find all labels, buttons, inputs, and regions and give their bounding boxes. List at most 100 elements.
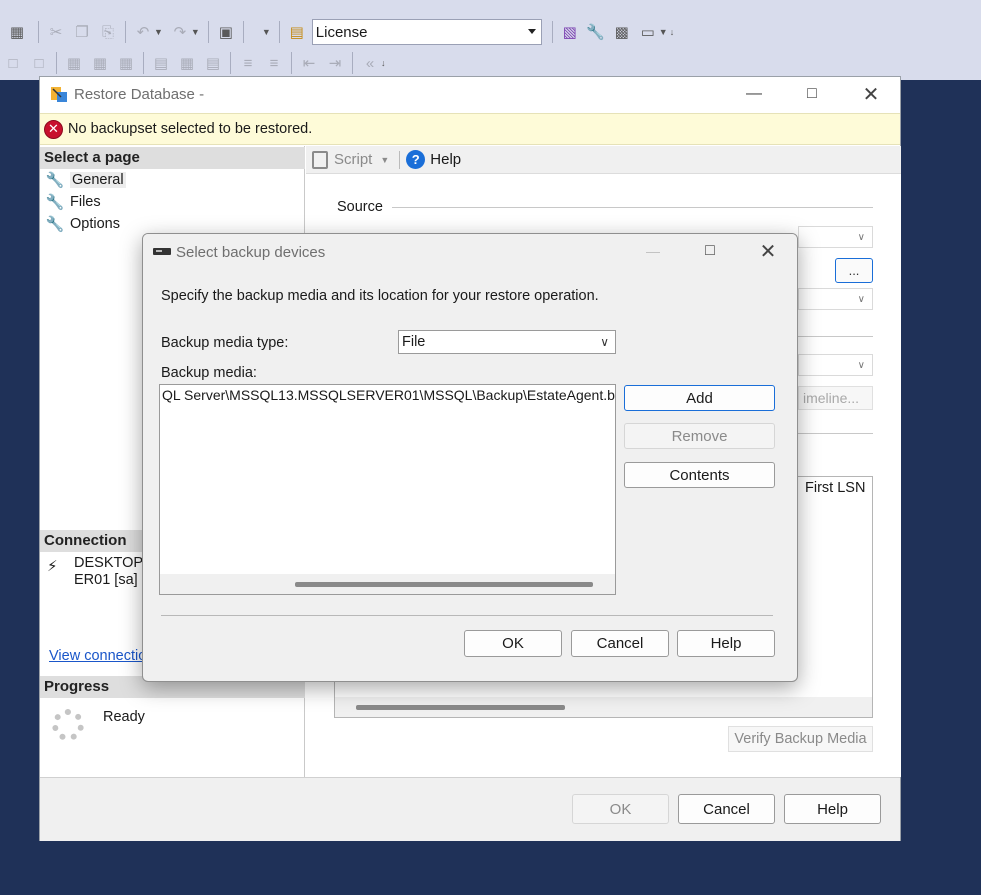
toolbar-separator — [125, 21, 126, 43]
dialog-cancel-button[interactable]: Cancel — [571, 630, 669, 657]
include-plan-icon[interactable]: ▤ — [150, 52, 172, 74]
backup-media-type-select[interactable]: File ∨ — [398, 330, 616, 354]
restore-cancel-button[interactable]: Cancel — [678, 794, 775, 824]
script-button[interactable]: Script ▼ — [312, 150, 389, 169]
timeline-button[interactable]: imeline... — [798, 386, 873, 410]
backup-media-label: Backup media: — [161, 365, 257, 381]
scrollbar-thumb[interactable] — [356, 705, 565, 710]
restore-database-icon — [51, 87, 67, 102]
dialog-close-button[interactable]: ✕ — [739, 234, 797, 268]
increase-indent-icon[interactable]: ⇥ — [324, 52, 346, 74]
page-item-files[interactable]: 🔧 Files — [46, 192, 101, 212]
toolbar-separator — [207, 21, 209, 43]
dax-query-icon[interactable]: ▦ — [2, 21, 32, 43]
chevron-down-icon — [527, 29, 536, 34]
verify-backup-media-button[interactable]: Verify Backup Media — [728, 726, 873, 752]
page-item-options[interactable]: 🔧 Options — [46, 214, 120, 234]
query-options-icon[interactable]: ▦ — [89, 52, 111, 74]
view-connection-link[interactable]: View connection — [49, 648, 145, 664]
chevron-down-icon: ∨ — [857, 360, 865, 371]
contents-button[interactable]: Contents — [624, 462, 775, 488]
select-page-header: Select a page — [40, 147, 305, 169]
restore-plan-divider — [798, 433, 873, 434]
chevron-down-icon: ∨ — [600, 335, 609, 349]
script-label: Script — [334, 151, 373, 168]
maximize-button[interactable]: □ — [783, 77, 841, 111]
toolbar-overflow-icon[interactable]: ↓ — [381, 58, 386, 68]
restore-ok-button[interactable]: OK — [572, 794, 669, 824]
parse-icon[interactable]: □ — [28, 52, 50, 74]
grid-column-header: First LSN — [805, 480, 866, 496]
select-backup-devices-dialog: Select backup devices — □ ✕ Specify the … — [142, 233, 798, 682]
results-grid-icon[interactable]: ▦ — [176, 52, 198, 74]
cut-icon[interactable]: ✂ — [45, 21, 67, 43]
database-combo[interactable]: ∨ — [798, 226, 873, 248]
close-button[interactable]: ✕ — [842, 77, 900, 111]
results-file-icon[interactable]: ▤ — [202, 52, 224, 74]
backup-media-list[interactable]: QL Server\MSSQL13.MSSQLSERVER01\MSSQL\Ba… — [159, 384, 616, 595]
scrollbar-thumb[interactable] — [295, 582, 593, 587]
destination-database-combo[interactable]: ∨ — [798, 354, 873, 376]
wrench-icon: 🔧 — [45, 216, 65, 233]
page-item-label: Files — [70, 194, 101, 210]
help-button[interactable]: ? Help — [406, 150, 461, 169]
specify-values-icon[interactable]: « — [359, 52, 381, 74]
ssms-toolbars: ▦ ✂ ❐ ⎘ ↶ ▼ ↷ ▼ ▣ ▼ ▤ License ▧ 🔧 ▩ ▭ ▼ … — [0, 0, 981, 80]
page-item-label: Options — [70, 216, 120, 232]
list-item[interactable]: QL Server\MSSQL13.MSSQLSERVER01\MSSQL\Ba… — [162, 387, 615, 403]
search-combo[interactable]: License — [311, 19, 542, 45]
wrench-icon: 🔧 — [45, 194, 65, 211]
toolbar-separator — [230, 52, 231, 74]
dialog-help-button[interactable]: Help — [677, 630, 775, 657]
toolbar-row-query: □ □ ▦ ▦ ▦ ▤ ▦ ▤ ≡ ≡ ⇤ ⇥ « ↓ — [0, 48, 410, 78]
activity-monitor-icon[interactable]: ▣ — [215, 21, 237, 43]
media-horizontal-scrollbar[interactable] — [160, 574, 615, 594]
destination-divider — [798, 336, 873, 337]
toolbar-separator — [242, 21, 244, 43]
dialog-minimize-button: — — [646, 243, 660, 259]
chevron-down-icon: ∨ — [857, 232, 865, 243]
toolbar-overflow-icon[interactable]: ↓ — [670, 27, 675, 37]
help-icon: ? — [406, 150, 426, 169]
terminal-icon[interactable]: ▭ — [637, 21, 659, 43]
error-icon: ✕ — [44, 119, 63, 139]
toolbar-separator — [551, 21, 553, 43]
toolbar-separator — [38, 21, 39, 43]
page-item-general[interactable]: 🔧 General — [46, 170, 126, 190]
source-database-combo[interactable]: ∨ — [798, 288, 873, 310]
toolbar-separator — [56, 52, 57, 74]
backup-media-type-value: File — [402, 334, 426, 350]
browse-device-button[interactable]: ... — [835, 258, 873, 283]
copy-icon[interactable]: ❐ — [71, 21, 93, 43]
undo-icon[interactable]: ↶ — [132, 21, 154, 43]
grid-horizontal-scrollbar[interactable] — [335, 697, 872, 717]
undo-dropdown-icon[interactable]: ▼ — [154, 27, 163, 37]
toolbar-row-standard: ▦ ✂ ❐ ⎘ ↶ ▼ ↷ ▼ ▣ ▼ ▤ License ▧ 🔧 ▩ ▭ ▼ … — [0, 17, 722, 47]
intellisense-icon[interactable]: ▦ — [115, 52, 137, 74]
restore-help-button[interactable]: Help — [784, 794, 881, 824]
visual-studio-icon[interactable]: ▧ — [559, 21, 581, 43]
dialog-ok-button[interactable]: OK — [464, 630, 562, 657]
display-plan-icon[interactable]: ▦ — [63, 52, 85, 74]
solution-config-dropdown-icon[interactable]: ▼ — [262, 27, 271, 37]
toolbar-options-dropdown-icon[interactable]: ▼ — [659, 27, 668, 37]
comment-icon[interactable]: ≡ — [237, 52, 259, 74]
remove-button[interactable]: Remove — [624, 423, 775, 449]
dialog-body: Specify the backup media and its locatio… — [143, 270, 797, 681]
source-divider — [392, 207, 873, 208]
wrench-icon[interactable]: 🔧 — [585, 21, 607, 43]
wrench-icon: 🔧 — [45, 172, 65, 189]
redo-dropdown-icon[interactable]: ▼ — [191, 27, 200, 37]
decrease-indent-icon[interactable]: ⇤ — [298, 52, 320, 74]
paste-icon[interactable]: ⎘ — [97, 21, 119, 43]
find-in-files-icon[interactable]: ▤ — [286, 21, 308, 43]
page-item-label: General — [70, 172, 126, 188]
backup-device-icon — [153, 248, 171, 255]
redo-icon[interactable]: ↷ — [169, 21, 191, 43]
toolbox-icon[interactable]: ▩ — [611, 21, 633, 43]
query-icon[interactable]: □ — [2, 52, 24, 74]
uncomment-icon[interactable]: ≡ — [263, 52, 285, 74]
minimize-button[interactable]: — — [725, 77, 783, 111]
dialog-maximize-button[interactable]: □ — [681, 234, 739, 268]
add-button[interactable]: Add — [624, 385, 775, 411]
